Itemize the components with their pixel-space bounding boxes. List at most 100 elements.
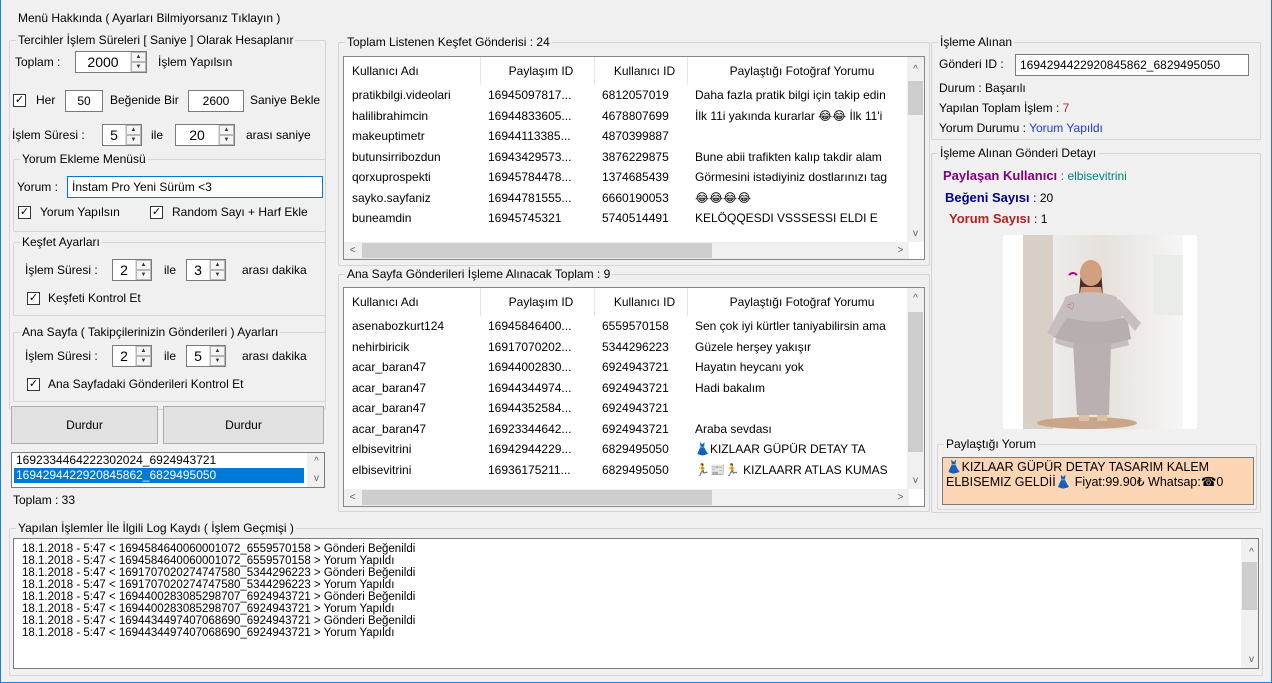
scroll-thumb[interactable] [908,312,923,452]
scroll-left-icon[interactable]: < [344,242,361,259]
anasayfa-max-spinner[interactable]: 5 ▲ ▼ [186,345,226,367]
table-row[interactable]: qorxuprospekti 16945784478... 1374685439 Gö… [344,167,909,188]
column-header[interactable]: Paylaştığı Fotoğraf Yorumu [687,288,910,316]
id-list-item[interactable]: 1692334464222302024_6924943721 [14,453,324,468]
durdur-button-2[interactable]: Durdur [163,406,324,444]
toplam-value[interactable]: 2000 [76,52,130,72]
table-cell: 4678807699 [602,108,669,123]
anasayfa-min-spinner[interactable]: 2 ▲ ▼ [112,345,152,367]
kesfet-vscrollbar[interactable]: ^ v [907,57,924,242]
table-row[interactable]: elbisevitrini 16936175211... 6829495050 🏃📰🏃… [344,460,909,481]
id-list-total: Toplam : 33 [13,493,76,507]
kesfet-min-spinner[interactable]: 2 ▲ ▼ [112,259,152,281]
column-header[interactable]: Kullanıcı Adı [344,57,481,85]
table-row[interactable]: buneamdin 16945745321 5740514491 KELÖQQESDI… [344,208,909,229]
table-row[interactable]: acar_baran47 16944352584... 6924943721 [344,398,909,419]
kesfet-hscrollbar[interactable]: < > [344,242,909,259]
scroll-up-icon[interactable]: ^ [907,61,924,78]
id-list-scrollbar[interactable]: ^ v [307,453,324,487]
table-row[interactable]: pratikbilgi.videolari 16945097817... 68120… [344,85,909,106]
table-row[interactable]: butunsirribozdun 16943429573... 3876229875… [344,147,909,168]
yorum-input[interactable]: İnstam Pro Yeni Sürüm <3 [67,176,323,198]
spin-down-icon[interactable]: ▼ [136,270,151,280]
scroll-thumb[interactable] [1242,562,1257,610]
column-header[interactable]: Kullanıcı Adı [344,288,481,316]
spin-down-icon[interactable]: ▼ [136,356,151,366]
spin-up-icon[interactable]: ▲ [131,52,146,62]
table-row[interactable]: acar_baran47 16923344642... 6924943721 Arab… [344,419,909,440]
table-row[interactable]: acar_baran47 16944344974... 6924943721 Hadi… [344,378,909,399]
table-row[interactable]: asenabozkurt124 16945846400... 6559570158 S… [344,316,909,337]
anasayfa-kontrol-checkbox[interactable]: ✓ [27,378,40,391]
toplam-spinner[interactable]: 2000 ▲ ▼ [75,51,147,73]
spin-up-icon[interactable]: ▲ [210,346,225,356]
id-listbox[interactable]: 1692334464222302024_6924943721 1694294422… [11,452,325,488]
spin-up-icon[interactable]: ▲ [126,125,141,135]
kesfet-max-value[interactable]: 3 [187,260,209,280]
table-cell: acar_baran47 [352,401,427,416]
saniye-input[interactable]: 2600 [188,90,244,112]
spin-up-icon[interactable]: ▲ [219,125,234,135]
ana-vscrollbar[interactable]: ^ v [907,288,924,489]
scroll-thumb[interactable] [362,243,712,258]
ana-hscrollbar[interactable]: < > [344,489,909,506]
durdur-button-1[interactable]: Durdur [11,406,158,444]
menu-about[interactable]: Menü Hakkında ( Ayarları Bilmiyorsanız T… [18,10,280,26]
min-seconds-value[interactable]: 5 [103,125,125,145]
kesfet-kontrol-checkbox[interactable]: ✓ [27,292,40,305]
log-title: Yapılan İşlemler İle İlgili Log Kaydı ( … [16,521,296,535]
yorum-yapilsin-checkbox[interactable]: ✓ [18,206,31,219]
gonderi-id-input[interactable]: 1694294422920845862_6829495050 [1015,54,1249,76]
column-header[interactable]: Paylaşım ID [480,288,595,316]
scroll-thumb[interactable] [362,490,712,505]
max-seconds-spinner[interactable]: 20 ▲ ▼ [175,124,235,146]
ana-listview[interactable]: Kullanıcı Adı Paylaşım ID Kullanıcı ID Payl… [343,287,925,507]
kesfet-max-spinner[interactable]: 3 ▲ ▼ [186,259,226,281]
anasayfa-min-value[interactable]: 2 [113,346,135,366]
spin-down-icon[interactable]: ▼ [131,62,146,72]
scroll-left-icon[interactable]: < [344,489,361,506]
her-input[interactable]: 50 [65,90,103,112]
her-checkbox[interactable]: ✓ [13,94,26,107]
max-seconds-value[interactable]: 20 [176,125,218,145]
spin-up-icon[interactable]: ▲ [136,260,151,270]
table-row[interactable]: sayko.sayfaniz 16944781555... 6660190053 😂😂… [344,188,909,209]
scroll-right-icon[interactable]: > [892,489,909,506]
spin-down-icon[interactable]: ▼ [219,135,234,145]
table-row[interactable]: halilibrahimcin 16944833605... 4678807699 İ… [344,106,909,127]
spin-down-icon[interactable]: ▼ [126,135,141,145]
scroll-thumb[interactable] [908,81,923,115]
scroll-up-icon[interactable]: ^ [1241,544,1258,561]
table-row[interactable]: elbisevitrini 16942944229... 6829495050 👗KI… [344,439,909,460]
table-row[interactable]: acar_baran47 16944002830... 6924943721 Haya… [344,357,909,378]
table-row[interactable]: nehirbiricik 16917070202... 5344296223 Güze… [344,337,909,358]
spin-down-icon[interactable]: ▼ [210,356,225,366]
random-checkbox[interactable]: ✓ [150,206,163,219]
log-line: 18.1.2018 - 5:47 < 1694584640060001072_6… [22,555,395,567]
scroll-up-icon[interactable]: ^ [307,453,324,470]
durum-label: Durum : [939,81,982,95]
scroll-up-icon[interactable]: ^ [907,290,924,307]
kesfet-listview[interactable]: Kullanıcı Adı Paylaşım ID Kullanıcı ID Payl… [343,56,925,260]
column-header[interactable]: Kullanıcı ID [594,57,688,85]
arasi-saniye-label: arası saniye [246,128,311,142]
scroll-down-icon[interactable]: v [907,225,924,242]
spin-down-icon[interactable]: ▼ [210,270,225,280]
log-scrollbar[interactable]: ^ v [1241,539,1258,668]
log-textarea[interactable]: 18.1.2018 - 5:47 < 1694584640060001072_6… [13,538,1259,669]
table-cell: 16942944229... [488,442,572,457]
table-row[interactable]: makeuptimetr 16944113385... 4870399887 [344,126,909,147]
column-header[interactable]: Paylaşım ID [480,57,595,85]
column-header[interactable]: Paylaştığı Fotoğraf Yorumu [687,57,910,85]
min-seconds-spinner[interactable]: 5 ▲ ▼ [102,124,142,146]
scroll-down-icon[interactable]: v [1241,651,1258,668]
anasayfa-max-value[interactable]: 5 [187,346,209,366]
spin-up-icon[interactable]: ▲ [210,260,225,270]
spin-up-icon[interactable]: ▲ [136,346,151,356]
scroll-down-icon[interactable]: v [307,470,324,487]
id-list-item[interactable]: 1694294422920845862_6829495050 [14,468,304,483]
scroll-down-icon[interactable]: v [907,472,924,489]
scroll-right-icon[interactable]: > [892,242,909,259]
column-header[interactable]: Kullanıcı ID [594,288,688,316]
kesfet-min-value[interactable]: 2 [113,260,135,280]
